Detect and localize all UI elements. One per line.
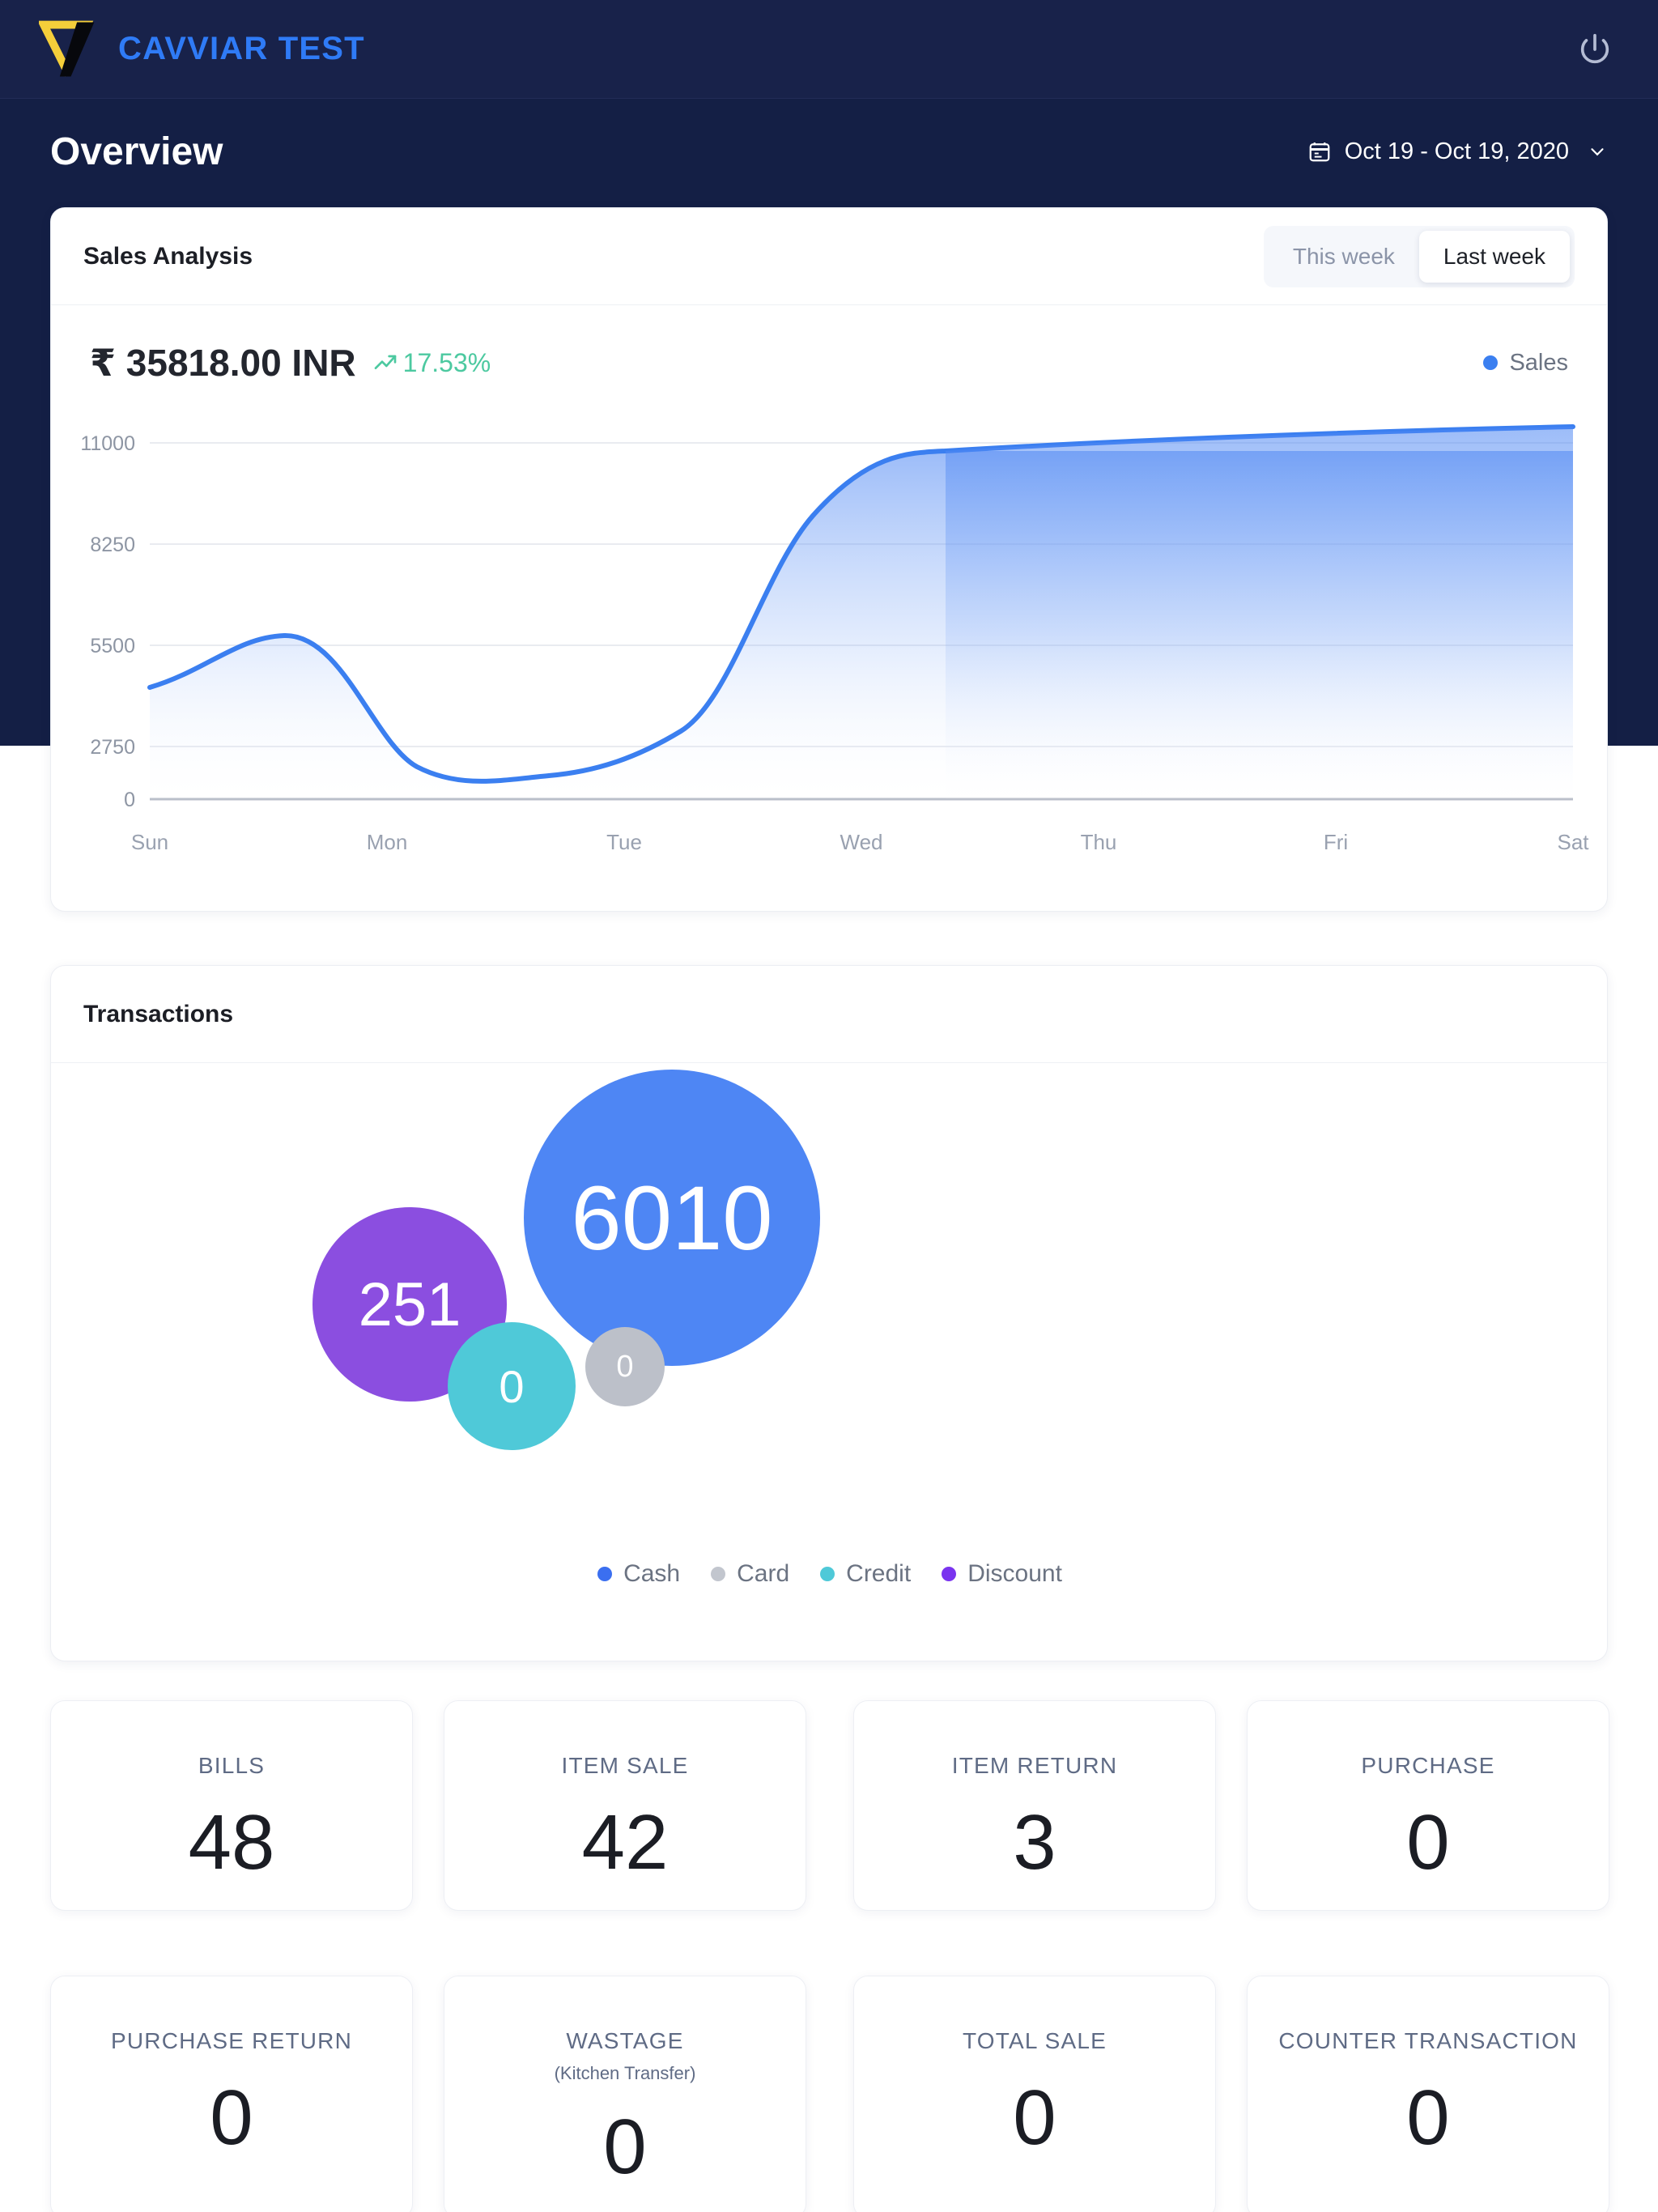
sales-legend-label: Sales <box>1509 349 1568 376</box>
stat-card-wastage[interactable]: WASTAGE (Kitchen Transfer) 0 <box>444 1976 806 2212</box>
transactions-card: Transactions 6010 251 0 0 Cash Card Cred… <box>50 965 1608 1661</box>
sales-delta-value: 17.53% <box>402 347 491 377</box>
power-icon <box>1580 33 1609 63</box>
sales-analysis-title: Sales Analysis <box>83 242 253 270</box>
bubble-discount-value: 251 <box>358 1270 461 1339</box>
svg-text:Tue: Tue <box>606 830 642 854</box>
transactions-title: Transactions <box>83 1000 234 1027</box>
stat-label: COUNTER TRANSACTION <box>1278 2028 1578 2053</box>
legend-label-card: Card <box>737 1560 790 1587</box>
brand-name: CAVVIAR TEST <box>118 31 365 66</box>
legend-item-cash[interactable]: Cash <box>597 1560 680 1588</box>
stat-value: 0 <box>1406 2074 1450 2161</box>
cavviar-v-logo-icon <box>39 20 95 77</box>
stat-label: PURCHASE RETURN <box>110 2028 353 2053</box>
stat-value: 0 <box>210 2074 253 2161</box>
tab-last-week[interactable]: Last week <box>1418 230 1570 283</box>
stat-card-item-sale[interactable]: ITEM SALE 42 <box>444 1700 806 1911</box>
top-bar: CAVVIAR TEST <box>0 0 1658 99</box>
date-range-label: Oct 19 - Oct 19, 2020 <box>1344 138 1569 164</box>
svg-text:Sun: Sun <box>131 830 168 854</box>
stat-card-purchase[interactable]: PURCHASE 0 <box>1247 1700 1609 1911</box>
stat-label: ITEM SALE <box>561 1753 689 1778</box>
bubble-credit[interactable]: 0 <box>448 1322 576 1450</box>
stat-value: 0 <box>1406 1799 1450 1886</box>
bubble-card[interactable]: 0 <box>585 1327 665 1406</box>
sales-area-chart-svg: 11000 8250 5500 2750 0 Sun Mon Tue Wed T… <box>80 424 1589 854</box>
power-button[interactable] <box>1571 25 1619 74</box>
legend-label-credit: Credit <box>846 1560 912 1587</box>
stat-card-item-return[interactable]: ITEM RETURN 3 <box>853 1700 1216 1911</box>
calendar-icon <box>1309 143 1330 162</box>
legend-item-card[interactable]: Card <box>711 1560 789 1588</box>
stat-value: 48 <box>188 1799 275 1886</box>
stat-label: ITEM RETURN <box>951 1753 1118 1778</box>
stat-card-bills[interactable]: BILLS 48 <box>50 1700 413 1911</box>
transactions-header: Transactions <box>51 966 1607 1063</box>
sales-delta: 17.53% <box>372 348 491 378</box>
chevron-down-icon <box>1591 148 1604 156</box>
sales-total-amount: ₹ 35818.00 INR <box>90 342 356 384</box>
card-dot-icon <box>711 1567 726 1581</box>
stat-label: WASTAGE <box>566 2028 684 2053</box>
transactions-bubble-chart: 6010 251 0 0 Cash Card Credit Discount <box>51 1063 1607 1661</box>
sales-analysis-card: Sales Analysis This week Last week ₹ 358… <box>50 207 1608 912</box>
stat-value: 0 <box>603 2104 647 2190</box>
svg-text:Thu: Thu <box>1081 830 1117 854</box>
sales-legend-dot-icon <box>1483 355 1499 370</box>
stat-sublabel: (Kitchen Transfer) <box>554 2063 696 2083</box>
chart-y-ticks: 11000 8250 5500 2750 0 <box>80 432 135 811</box>
discount-dot-icon <box>942 1567 957 1581</box>
stat-label: PURCHASE <box>1361 1753 1495 1778</box>
svg-text:11000: 11000 <box>80 432 135 455</box>
stat-card-counter-transaction[interactable]: COUNTER TRANSACTION 0 <box>1247 1976 1609 2212</box>
sales-summary: ₹ 35818.00 INR 17.53% Sales <box>51 305 1607 385</box>
stat-label: BILLS <box>198 1753 266 1778</box>
bubble-card-value: 0 <box>616 1349 634 1384</box>
stat-label: TOTAL SALE <box>963 2028 1107 2053</box>
stat-value: 42 <box>581 1799 669 1886</box>
tab-this-week[interactable]: This week <box>1269 231 1419 283</box>
stat-card-total-sale[interactable]: TOTAL SALE 0 <box>853 1976 1216 2212</box>
svg-text:8250: 8250 <box>90 534 135 556</box>
svg-text:Fri: Fri <box>1324 830 1348 854</box>
legend-label-discount: Discount <box>967 1560 1062 1587</box>
svg-text:2750: 2750 <box>90 736 135 759</box>
bubble-cash-value: 6010 <box>571 1167 773 1269</box>
cash-dot-icon <box>597 1567 613 1581</box>
week-toggle[interactable]: This week Last week <box>1263 225 1575 287</box>
legend-item-discount[interactable]: Discount <box>942 1560 1062 1588</box>
stat-value: 0 <box>1013 2074 1056 2161</box>
bubble-credit-value: 0 <box>499 1360 525 1412</box>
legend-item-credit[interactable]: Credit <box>820 1560 911 1588</box>
sales-legend[interactable]: Sales <box>1483 350 1568 376</box>
bubble-cash[interactable]: 6010 <box>524 1070 820 1366</box>
sales-chart: 11000 8250 5500 2750 0 Sun Mon Tue Wed T… <box>51 402 1607 864</box>
sales-analysis-header: Sales Analysis This week Last week <box>51 208 1607 305</box>
page-header: Overview Oct 19 - Oct 19, 2020 <box>0 99 1658 204</box>
date-range-picker[interactable]: Oct 19 - Oct 19, 2020 <box>1307 138 1608 165</box>
credit-dot-icon <box>820 1567 835 1581</box>
transactions-legend: Cash Card Credit Discount <box>51 1560 1607 1588</box>
dashboard-page: CAVVIAR TEST Overview Oct 19 - Oct 19, 2… <box>0 0 1658 2212</box>
brand[interactable]: CAVVIAR TEST <box>39 19 365 80</box>
trend-up-icon <box>374 355 396 369</box>
svg-text:5500: 5500 <box>90 635 135 657</box>
svg-text:0: 0 <box>124 789 135 811</box>
chart-area-tail <box>946 427 1573 799</box>
stat-card-purchase-return[interactable]: PURCHASE RETURN 0 <box>50 1976 413 2212</box>
legend-label-cash: Cash <box>623 1560 681 1587</box>
chart-x-ticks: Sun Mon Tue Wed Thu Fri Sat <box>131 830 1589 854</box>
svg-text:Wed: Wed <box>840 830 883 854</box>
svg-text:Sat: Sat <box>1557 830 1589 854</box>
svg-text:Mon: Mon <box>367 830 408 854</box>
page-title: Overview <box>50 130 223 173</box>
stat-value: 3 <box>1013 1799 1056 1886</box>
